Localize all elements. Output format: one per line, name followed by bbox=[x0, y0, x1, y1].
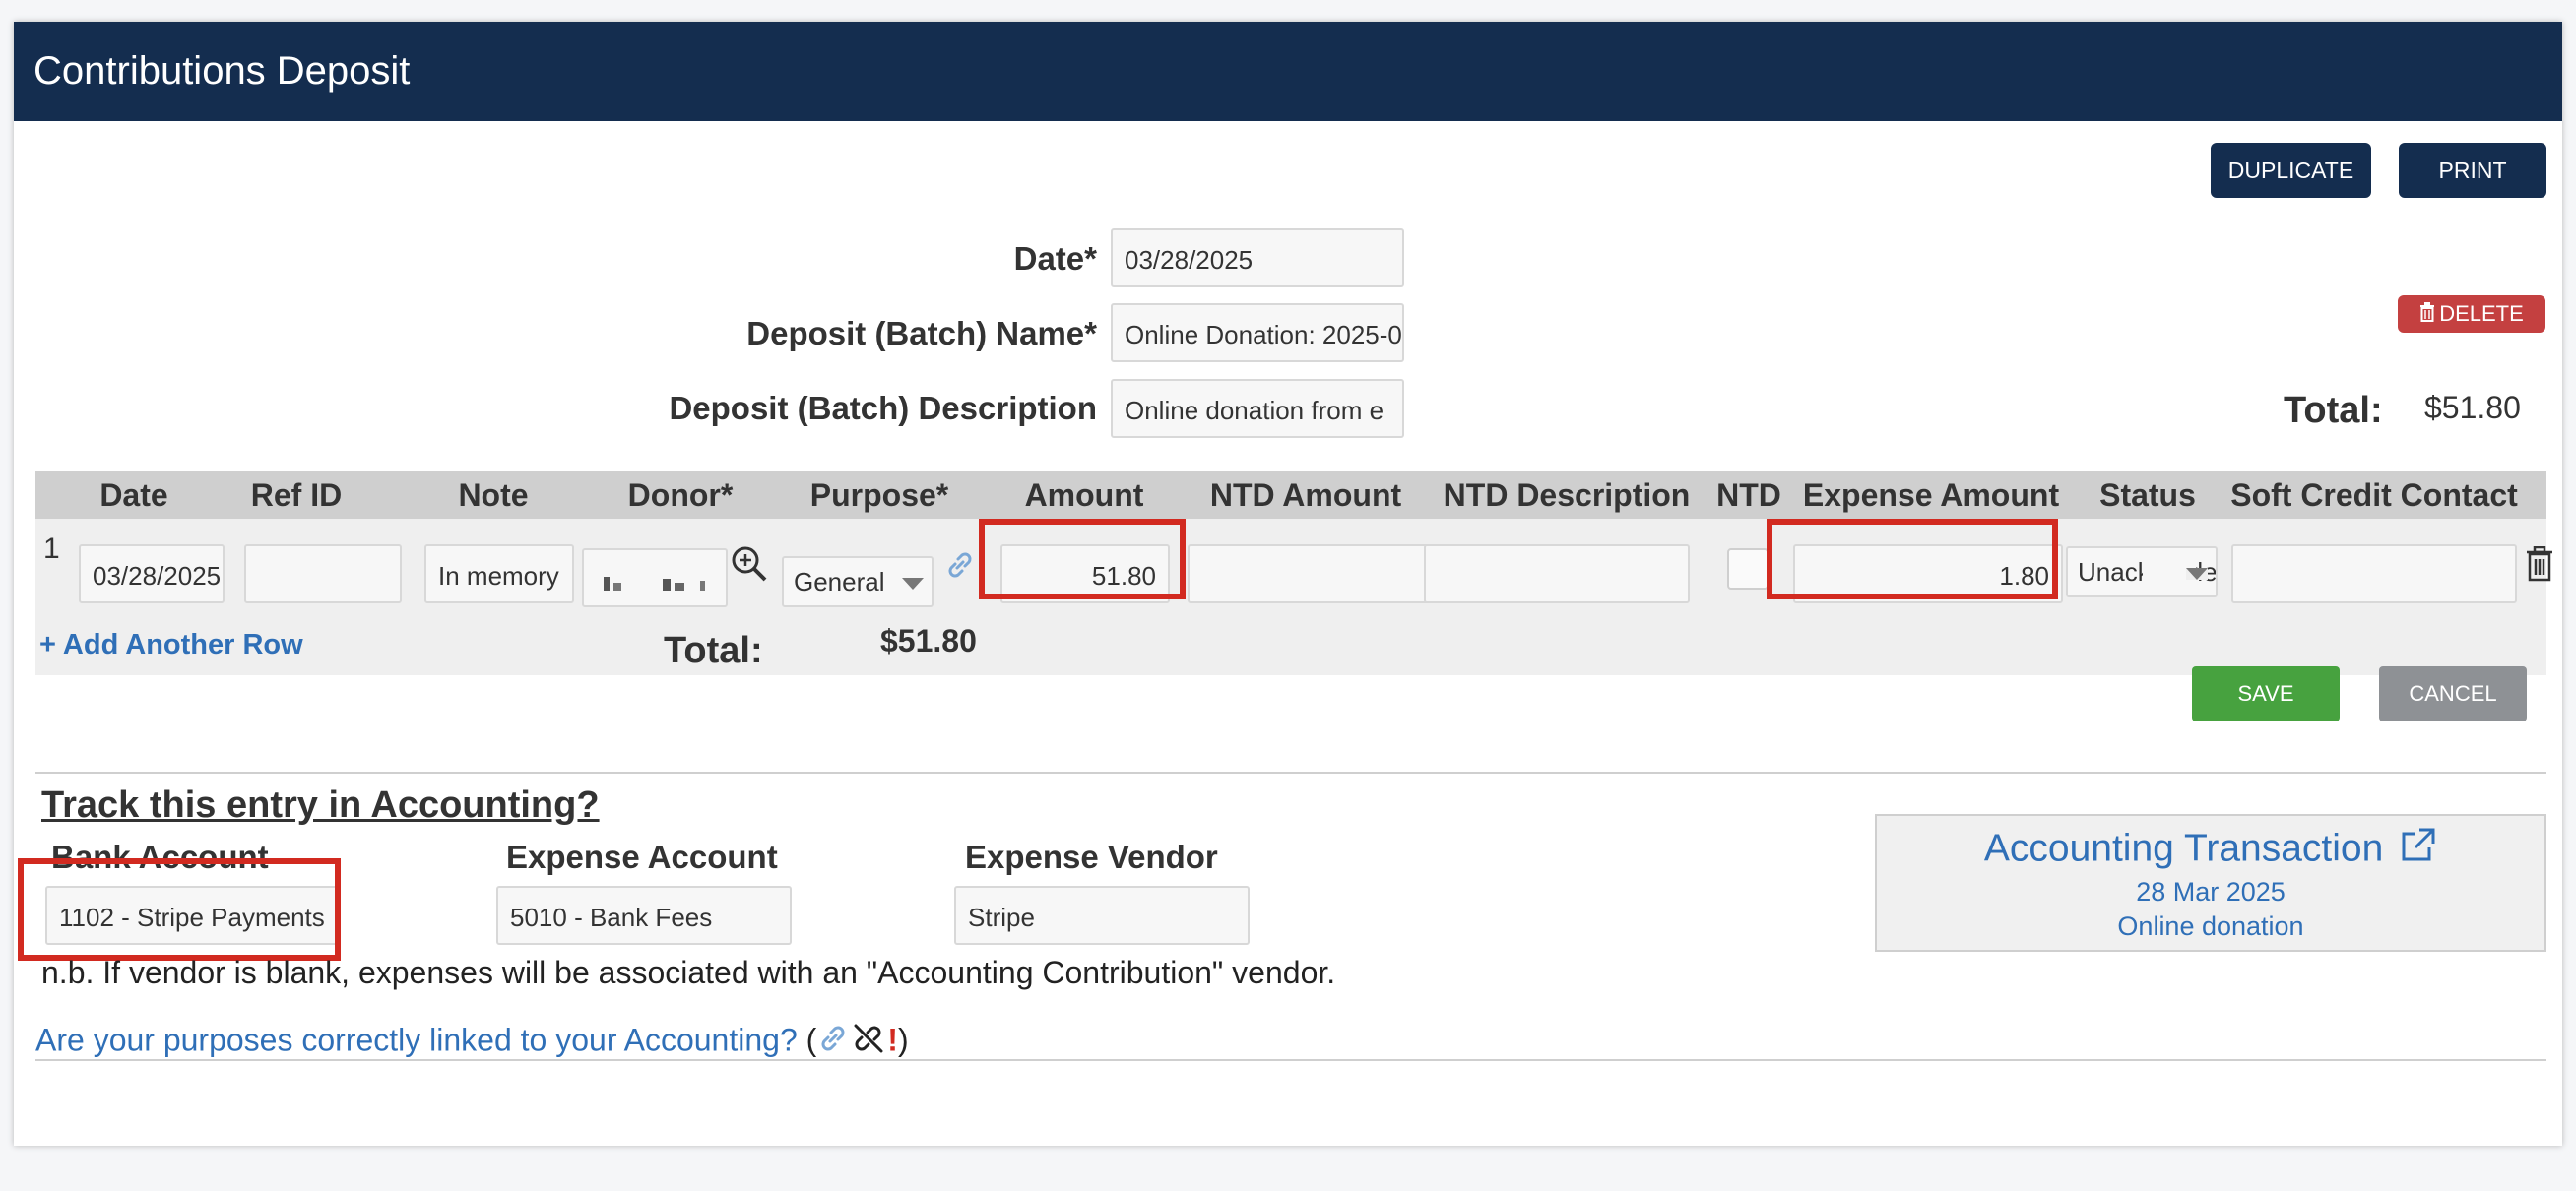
accounting-transaction-description: Online donation bbox=[2117, 911, 2304, 941]
row-ref-id-field[interactable] bbox=[244, 544, 402, 603]
col-header-amount: Amount bbox=[1024, 477, 1144, 513]
title-bar: Contributions Deposit bbox=[14, 22, 2562, 121]
col-header-ntd-description: NTD Description bbox=[1443, 477, 1691, 513]
footer-divider bbox=[35, 1059, 2546, 1061]
row-status-select[interactable]: Unacknowledged bbox=[2066, 546, 2218, 597]
header-total-label: Total: bbox=[2284, 390, 2383, 431]
accounting-heading: Track this entry in Accounting? bbox=[41, 784, 600, 826]
accounting-transaction-card[interactable]: Accounting Transaction 28 Mar 2025 Onlin… bbox=[1875, 814, 2546, 952]
linked-icon bbox=[816, 1022, 850, 1063]
chevron-down-icon bbox=[2186, 568, 2208, 580]
section-divider bbox=[35, 772, 2546, 774]
trash-icon bbox=[2419, 296, 2435, 334]
header-total-value: $51.80 bbox=[2424, 390, 2521, 425]
batch-description-field[interactable]: Online donation from e bbox=[1111, 379, 1404, 438]
vendor-note: n.b. If vendor is blank, expenses will b… bbox=[41, 955, 1336, 990]
expense-vendor-label: Expense Vendor bbox=[965, 839, 1218, 875]
unlinked-icon bbox=[850, 1022, 887, 1063]
expense-account-field[interactable]: 5010 - Bank Fees bbox=[496, 886, 792, 945]
save-button[interactable]: SAVE bbox=[2192, 666, 2340, 721]
date-field[interactable]: 03/28/2025 bbox=[1111, 228, 1404, 287]
row-ntd-amount-field[interactable] bbox=[1188, 544, 1434, 603]
col-header-status: Status bbox=[2099, 477, 2196, 513]
accounting-transaction-date: 28 Mar 2025 bbox=[2136, 877, 2286, 907]
col-header-purpose: Purpose* bbox=[809, 477, 949, 513]
delete-button[interactable]: DELETE bbox=[2398, 295, 2545, 333]
batch-name-field[interactable]: Online Donation: 2025-0 bbox=[1111, 303, 1404, 362]
chevron-down-icon bbox=[902, 578, 924, 590]
add-another-row-link[interactable]: + Add Another Row bbox=[39, 629, 303, 661]
col-header-ntd-amount: NTD Amount bbox=[1209, 477, 1402, 513]
row-ntd-checkbox[interactable] bbox=[1727, 548, 1769, 590]
purposes-link-row: Are your purposes correctly linked to yo… bbox=[35, 1022, 909, 1063]
paren-open: ( bbox=[805, 1022, 817, 1058]
warning-exclaim: ! bbox=[887, 1022, 898, 1058]
col-header-note: Note bbox=[458, 477, 529, 513]
contribution-table-body: 1 03/28/2025 In memory General 51.80 1.8… bbox=[35, 519, 2552, 675]
expense-account-label: Expense Account bbox=[506, 839, 778, 875]
expense-amount-highlight-box bbox=[1767, 519, 2058, 599]
paren-close: ) bbox=[897, 1022, 909, 1058]
col-header-date: Date bbox=[99, 477, 168, 513]
duplicate-button[interactable]: DUPLICATE bbox=[2211, 143, 2371, 198]
page-title: Contributions Deposit bbox=[33, 49, 411, 93]
row-delete-trash-icon[interactable] bbox=[2525, 545, 2554, 587]
deposit-panel: Contributions Deposit DUPLICATE PRINT DE… bbox=[14, 22, 2562, 1146]
purposes-link[interactable]: Are your purposes correctly linked to yo… bbox=[35, 1022, 798, 1057]
print-button[interactable]: PRINT bbox=[2399, 143, 2546, 198]
row-donor-field[interactable] bbox=[582, 548, 728, 607]
row-purpose-value: General bbox=[794, 567, 885, 596]
contribution-table-header: Date Ref ID Note Donor* Purpose* Amount … bbox=[35, 471, 2546, 519]
row-number: 1 bbox=[43, 533, 60, 565]
bank-account-highlight-box bbox=[18, 858, 341, 961]
table-total-value: $51.80 bbox=[880, 623, 977, 658]
purpose-link-icon[interactable] bbox=[943, 548, 977, 587]
row-note-field[interactable]: In memory bbox=[424, 544, 574, 603]
col-header-donor: Donor* bbox=[627, 477, 734, 513]
table-total-label: Total: bbox=[664, 630, 763, 671]
batch-description-label: Deposit (Batch) Description bbox=[669, 390, 1097, 426]
expense-vendor-field[interactable]: Stripe bbox=[954, 886, 1250, 945]
donor-search-icon[interactable] bbox=[730, 544, 769, 589]
delete-label: DELETE bbox=[2439, 301, 2524, 326]
date-label: Date* bbox=[1013, 240, 1097, 277]
external-link-icon bbox=[2398, 826, 2437, 875]
amount-highlight-box bbox=[979, 519, 1186, 599]
row-date-field[interactable]: 03/28/2025 bbox=[79, 544, 225, 603]
col-header-soft-credit-contact: Soft Credit Contact bbox=[2230, 477, 2518, 513]
batch-name-label: Deposit (Batch) Name* bbox=[746, 315, 1097, 351]
cancel-button[interactable]: CANCEL bbox=[2379, 666, 2527, 721]
donor-redacted-glyphs bbox=[604, 577, 705, 592]
row-ntd-description-field[interactable] bbox=[1424, 544, 1690, 603]
row-soft-credit-field[interactable] bbox=[2231, 544, 2517, 603]
accounting-transaction-title: Accounting Transaction bbox=[1983, 827, 2384, 870]
row-purpose-select[interactable]: General bbox=[782, 556, 934, 607]
accounting-transaction-title-row[interactable]: Accounting Transaction bbox=[1877, 826, 2544, 875]
col-header-ref-id: Ref ID bbox=[250, 477, 343, 513]
col-header-expense-amount: Expense Amount bbox=[1802, 477, 2060, 513]
